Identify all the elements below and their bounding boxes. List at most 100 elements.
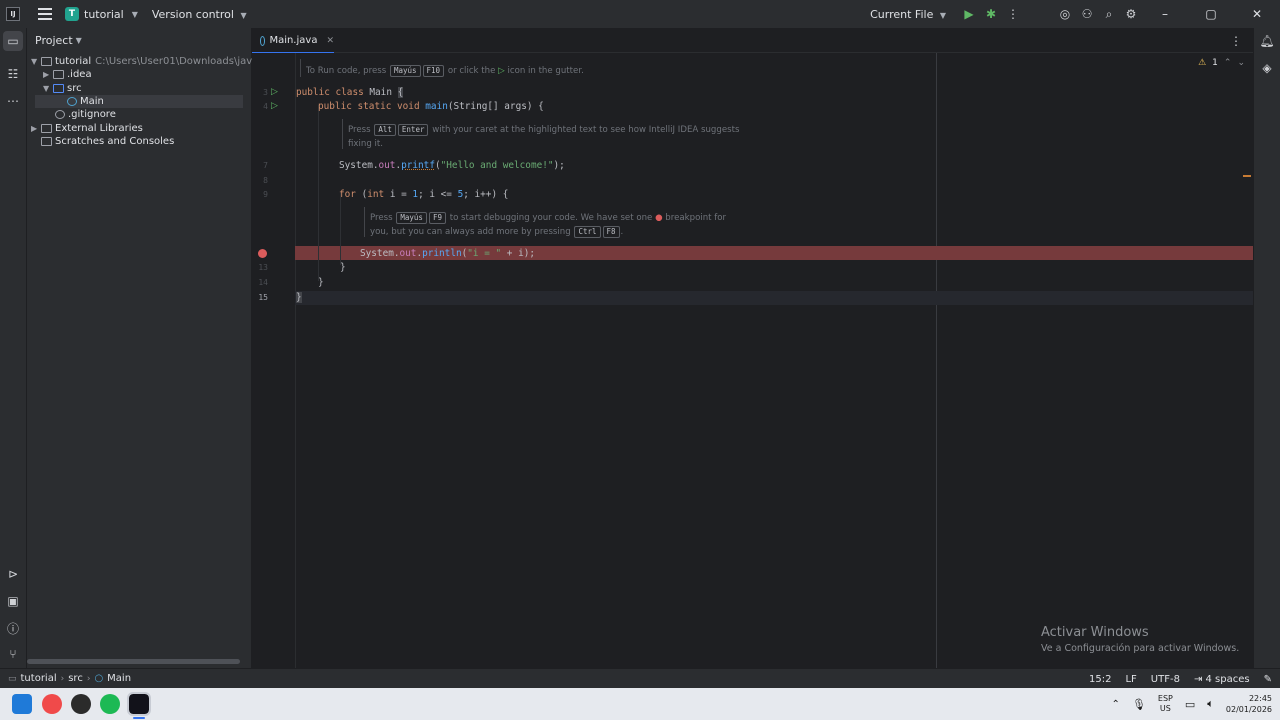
search-icon[interactable]: ⌕ xyxy=(1101,6,1117,22)
tree-item-src[interactable]: ▼ src xyxy=(43,82,82,95)
language-indicator[interactable]: ESP US xyxy=(1158,694,1173,714)
brave-browser-icon[interactable] xyxy=(42,694,62,714)
spotify-icon[interactable] xyxy=(100,694,120,714)
tab-main-java[interactable]: Main.java ✕ xyxy=(252,28,334,54)
chevron-up-icon[interactable]: ⌃ xyxy=(1112,699,1120,710)
ai-assistant-icon[interactable]: ◎ xyxy=(1057,6,1073,22)
more-actions-icon[interactable]: ⋮ xyxy=(1005,6,1021,22)
tree-item-idea[interactable]: ▶ .idea xyxy=(43,68,92,81)
add-user-icon[interactable]: ⚇ xyxy=(1079,6,1095,22)
chevron-up-icon[interactable]: ⌃ xyxy=(1224,58,1232,68)
debug-icon[interactable]: ✱ xyxy=(983,6,999,22)
debug-hint: Press Mayús F9 to start debugging your co… xyxy=(370,212,726,224)
hint-text: Press xyxy=(370,213,393,223)
settings-gear-icon[interactable]: ⚙ xyxy=(1123,6,1139,22)
horizontal-scrollbar[interactable] xyxy=(27,659,240,664)
tree-item-label: tutorial xyxy=(55,56,92,67)
minimize-button[interactable]: – xyxy=(1142,7,1188,21)
hint-text: . xyxy=(620,227,624,237)
intellij-idea-icon[interactable] xyxy=(127,692,151,716)
inspection-widget[interactable]: ⚠ 1 ⌃ ⌄ xyxy=(1198,58,1245,68)
hint-text: to start debugging your code. We have se… xyxy=(449,213,653,223)
chevron-down-icon[interactable]: ▼ xyxy=(43,84,53,93)
code-token: public static void xyxy=(318,101,420,112)
ai-assistant-icon[interactable]: ◈ xyxy=(1259,60,1275,76)
tree-item-label: src xyxy=(67,83,82,94)
windows-taskbar: ⌃ 🎙︎ ESP US ▭ 🔈︎ 22:45 02/01/2026 xyxy=(0,688,1280,720)
obs-icon[interactable] xyxy=(71,694,91,714)
main-menu-icon[interactable] xyxy=(38,8,52,20)
code-token: out xyxy=(378,160,396,171)
breadcrumb-item[interactable]: src xyxy=(68,673,83,684)
caret-position[interactable]: 15:2 xyxy=(1089,674,1111,685)
tree-item-main[interactable]: Main xyxy=(35,95,243,108)
hint-text: icon in the gutter. xyxy=(507,66,584,76)
tree-item-external-libraries[interactable]: ▶ External Libraries xyxy=(31,122,143,135)
status-bar: ▭ tutorial › src › ○ Main 15:2 LF UTF-8 … xyxy=(0,668,1280,688)
code-token: ; i++) { xyxy=(463,189,509,200)
close-button[interactable]: ✕ xyxy=(1234,7,1280,21)
chevron-down-icon[interactable]: ▼ xyxy=(31,57,41,66)
project-header[interactable]: Project ▼ xyxy=(27,28,251,53)
code-line-4: public static void main(String[] args) { xyxy=(318,101,544,112)
source-folder-icon xyxy=(53,84,64,93)
volume-icon[interactable]: 🔈︎ xyxy=(1207,697,1214,711)
services-icon[interactable]: ⊳ xyxy=(5,566,21,582)
run-configuration-selector[interactable]: Current File ▼ xyxy=(870,8,946,21)
notifications-bell-icon[interactable]: 🔔︎ xyxy=(1259,33,1275,49)
code-token: i = xyxy=(384,189,413,200)
maximize-button[interactable]: ▢ xyxy=(1188,7,1234,21)
hint-bar xyxy=(364,207,365,237)
tree-item-scratches[interactable]: Scratches and Consoles xyxy=(41,135,174,148)
indent-setting[interactable]: ⇥ 4 spaces xyxy=(1194,674,1250,685)
structure-icon[interactable]: ☷ xyxy=(5,66,21,82)
close-tab-icon[interactable]: ✕ xyxy=(326,36,334,46)
title-bar: IJ T tutorial ▼ Version control ▼ Curren… xyxy=(0,0,1280,28)
microphone-icon[interactable]: 🎙︎ xyxy=(1132,698,1146,711)
line-number: 13 xyxy=(258,263,268,272)
windows-activation-watermark: Activar Windows Ve a Configuración para … xyxy=(1041,625,1239,654)
chevron-down-icon: ▼ xyxy=(75,36,82,45)
chevron-right-icon[interactable]: ▶ xyxy=(43,70,53,79)
tab-label: Main.java xyxy=(269,35,318,46)
hint-text: Press xyxy=(348,125,371,135)
chevron-down-icon: ▼ xyxy=(939,10,946,20)
chevron-down-icon: ▼ xyxy=(240,10,247,20)
breakpoint-icon[interactable] xyxy=(258,249,267,258)
breadcrumb-item[interactable]: Main xyxy=(107,673,131,684)
tab-options-icon[interactable]: ⋮ xyxy=(1228,33,1244,49)
git-icon[interactable]: ⑂ xyxy=(5,646,21,662)
run-icon[interactable]: ▶ xyxy=(961,6,977,22)
language-code: ESP xyxy=(1157,694,1173,703)
line-separator[interactable]: LF xyxy=(1125,674,1136,685)
shortcut-key: F9 xyxy=(428,212,446,224)
clock[interactable]: 22:45 02/01/2026 xyxy=(1226,693,1272,715)
warning-icon: ⚠ xyxy=(1198,58,1207,68)
chevron-right-icon: › xyxy=(86,673,91,684)
breadcrumb-item[interactable]: tutorial xyxy=(21,673,57,684)
chevron-right-icon[interactable]: ▶ xyxy=(31,124,41,133)
project-switcher[interactable]: T tutorial ▼ xyxy=(65,7,138,21)
scratches-icon xyxy=(41,137,52,146)
problems-icon[interactable]: ⓘ xyxy=(5,620,21,636)
code-editor[interactable]: ⚠ 1 ⌃ ⌄ To Run code, press Mayús F10 or c… xyxy=(252,53,1253,668)
more-tools-icon[interactable]: ⋯ xyxy=(5,93,21,109)
version-control-menu[interactable]: Version control ▼ xyxy=(152,8,247,21)
project-folder-icon[interactable]: ▭ xyxy=(3,31,23,51)
ignore-file-icon xyxy=(55,110,65,119)
code-token: public class xyxy=(296,87,364,98)
run-gutter-icon[interactable]: ▷ xyxy=(271,87,278,97)
chevron-down-icon[interactable]: ⌄ xyxy=(1237,58,1245,68)
run-gutter-icon[interactable]: ▷ xyxy=(271,101,278,111)
start-menu-icon[interactable] xyxy=(12,694,32,714)
error-stripe-marker[interactable] xyxy=(1243,175,1251,177)
terminal-icon[interactable]: ▣ xyxy=(5,593,21,609)
code-token: { xyxy=(397,87,404,98)
code-line-7: System.out.printf("Hello and welcome!"); xyxy=(339,160,565,171)
network-icon[interactable]: ▭ xyxy=(1185,698,1195,711)
file-encoding[interactable]: UTF-8 xyxy=(1151,674,1180,685)
project-tool-window: Project ▼ ▼ tutorial C:\Users\User01\Dow… xyxy=(27,28,298,668)
tree-item-gitignore[interactable]: .gitignore xyxy=(55,108,116,121)
tree-item-label: External Libraries xyxy=(55,123,143,134)
read-only-toggle-icon[interactable]: ✎ xyxy=(1264,674,1272,685)
